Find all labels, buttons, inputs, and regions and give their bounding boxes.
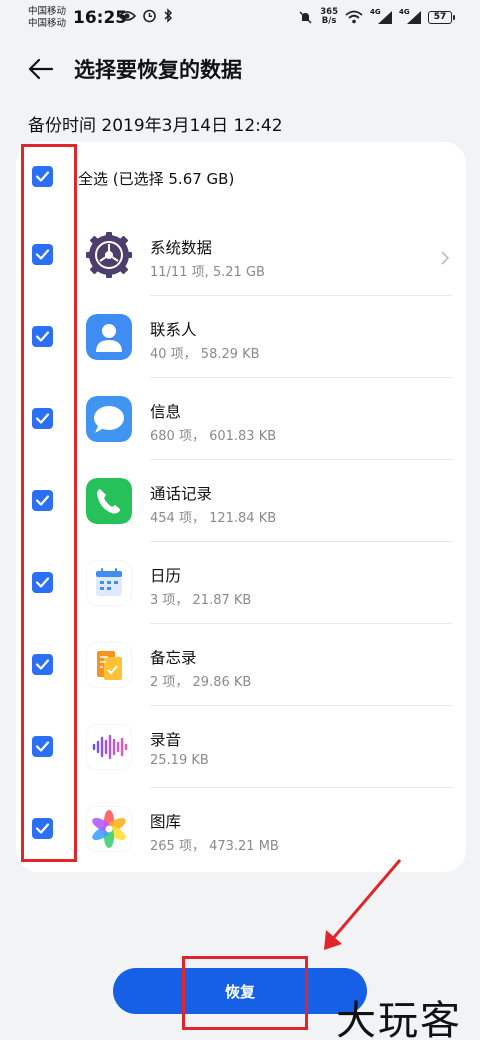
list-item-recorder[interactable]: 录音 25.19 KB	[16, 706, 466, 788]
item-name: 系统数据	[150, 239, 213, 257]
alarm-icon	[143, 9, 156, 23]
eye-icon	[118, 10, 136, 21]
item-name: 联系人	[150, 321, 197, 339]
status-icons-left	[118, 8, 173, 23]
battery-indicator: 57	[428, 10, 455, 24]
item-name: 录音	[150, 731, 182, 749]
signal-1: 4G	[370, 8, 392, 24]
contacts-icon	[86, 314, 132, 360]
list-item-messages[interactable]: 信息 680 项， 601.83 KB	[16, 378, 466, 460]
item-name: 通话记录	[150, 485, 213, 503]
gallery-icon	[86, 806, 132, 852]
item-meta: 11/11 项, 5.21 GB	[150, 265, 265, 280]
item-meta: 454 项， 121.84 KB	[150, 511, 277, 526]
list-item-calendar[interactable]: 日历 3 项， 21.87 KB	[16, 542, 466, 624]
annotation-highlight-checkboxes	[21, 144, 77, 862]
signal-2: 4G	[399, 8, 421, 24]
page-title: 选择要恢复的数据	[74, 58, 242, 82]
back-arrow-icon	[28, 58, 54, 80]
phone-icon	[86, 478, 132, 524]
item-meta: 25.19 KB	[150, 753, 209, 768]
back-button[interactable]	[26, 54, 56, 84]
carrier-2: 中国移动	[28, 18, 67, 29]
chevron-right-icon	[441, 251, 450, 265]
speed-unit: B/s	[321, 16, 337, 26]
select-all-row[interactable]: 全选 (已选择 5.67 GB)	[16, 142, 466, 212]
annotation-highlight-restore	[182, 956, 308, 1030]
annotation-arrow-icon	[324, 859, 402, 950]
signal-bars-icon	[378, 11, 392, 24]
status-icons-right: 365 B/s 4G 4G 57	[298, 8, 455, 26]
system-settings-icon	[86, 232, 132, 278]
bluetooth-icon	[164, 8, 173, 23]
item-meta: 40 项， 58.29 KB	[150, 347, 260, 362]
wifi-icon	[345, 10, 363, 24]
item-name: 信息	[150, 403, 182, 421]
carrier-1: 中国移动	[28, 6, 67, 17]
signal-bars-icon	[407, 11, 421, 24]
item-meta: 3 项， 21.87 KB	[150, 593, 252, 608]
data-selection-card: 全选 (已选择 5.67 GB) 系统数据 11/11 项, 5.21 GB 联…	[16, 142, 466, 872]
select-all-label: 全选 (已选择 5.67 GB)	[78, 170, 235, 188]
item-name: 日历	[150, 567, 182, 585]
mute-icon	[299, 10, 312, 24]
list-item-system-data[interactable]: 系统数据 11/11 项, 5.21 GB	[16, 214, 466, 296]
item-name: 备忘录	[150, 649, 197, 667]
list-item-notes[interactable]: 备忘录 2 项， 29.86 KB	[16, 624, 466, 706]
item-name: 图库	[150, 813, 182, 831]
watermark-text: 大玩客	[336, 998, 462, 1040]
list-item-contacts[interactable]: 联系人 40 项， 58.29 KB	[16, 296, 466, 378]
item-meta: 265 项， 473.21 MB	[150, 839, 279, 854]
notes-icon	[86, 642, 132, 688]
carrier-names: 中国移动 中国移动	[28, 6, 66, 30]
item-meta: 2 项， 29.86 KB	[150, 675, 252, 690]
item-meta: 680 项， 601.83 KB	[150, 429, 277, 444]
list-item-call-log[interactable]: 通话记录 454 项， 121.84 KB	[16, 460, 466, 542]
network-speed: 365 B/s	[320, 8, 338, 26]
recorder-icon	[86, 724, 132, 770]
messages-icon	[86, 396, 132, 442]
calendar-icon	[86, 560, 132, 606]
status-bar: 中国移动 中国移动 16:25 365 B/s 4G 4G 57	[0, 0, 480, 36]
backup-time: 备份时间 2019年3月14日 12:42	[28, 116, 283, 136]
